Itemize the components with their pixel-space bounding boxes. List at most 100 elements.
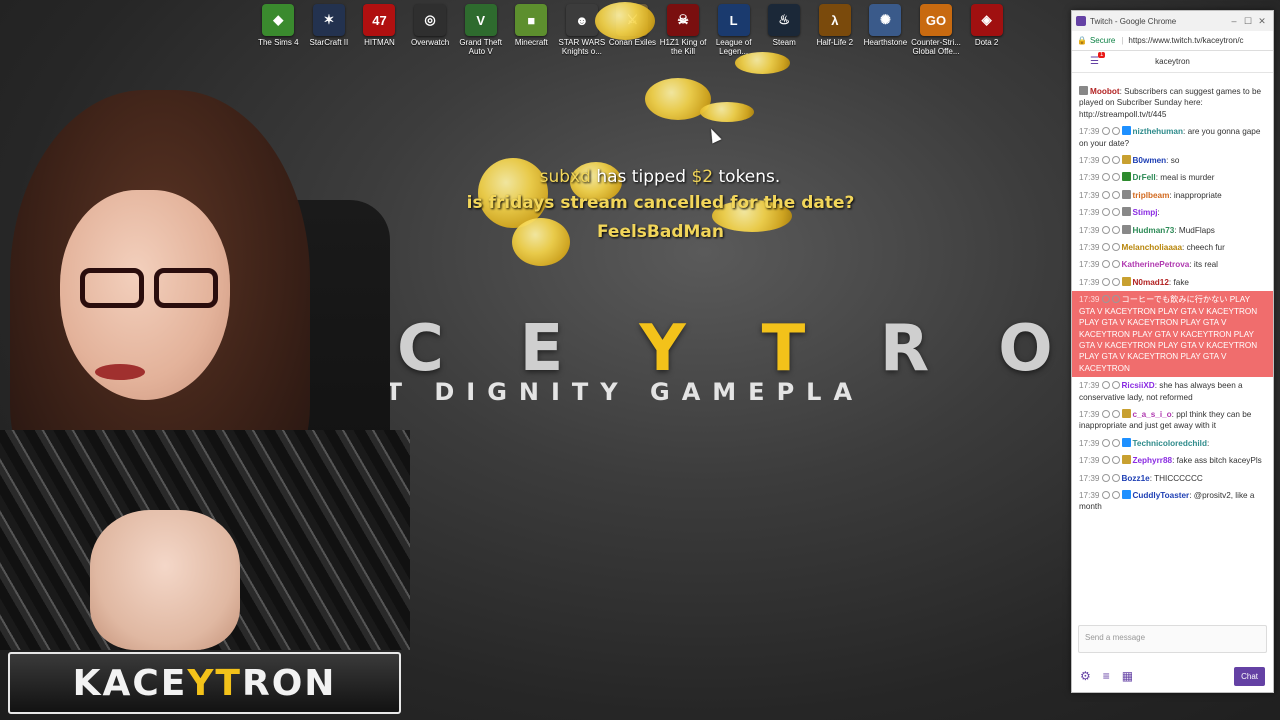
ban-icon[interactable]	[1111, 243, 1120, 252]
chat-text: コーヒーでも飲みに行かない PLAY GTA V KACEYTRON PLAY …	[1079, 295, 1258, 373]
desktop-shortcut[interactable]: ✺ Hearthstone	[860, 4, 911, 56]
desktop-shortcut[interactable]: ☠ H1Z1 King of the Kill	[658, 4, 709, 56]
ban-icon[interactable]	[1111, 277, 1120, 286]
chat-message: 17:39 Melancholiaaaa: cheech fur	[1079, 243, 1225, 253]
desktop-shortcut[interactable]: V Grand Theft Auto V	[455, 4, 506, 56]
ban-icon[interactable]	[1111, 409, 1120, 418]
ban-icon[interactable]	[1111, 208, 1120, 217]
dota-icon: ◈	[970, 4, 1003, 36]
chat-username[interactable]: CuddlyToaster	[1133, 491, 1190, 500]
bits-icon[interactable]: ▦	[1122, 669, 1133, 683]
desktop-shortcut[interactable]: ■ Minecraft	[506, 4, 557, 56]
ban-icon[interactable]	[1111, 173, 1120, 182]
chat-send-button[interactable]: Chat	[1234, 666, 1265, 686]
hamburger-menu-icon[interactable]: ☰	[1090, 56, 1099, 67]
ban-icon[interactable]	[1111, 127, 1120, 136]
desktop-shortcut-label: Half-Life 2	[816, 38, 854, 47]
timeout-icon[interactable]	[1101, 225, 1110, 234]
chat-username[interactable]: c_a_s_i_o	[1133, 410, 1172, 419]
starcraft-icon: ✶	[312, 4, 345, 36]
maximize-icon[interactable]: ☐	[1241, 16, 1255, 27]
timeout-icon[interactable]	[1101, 127, 1110, 136]
chat-message: 17:39 KatherinePetrova: its real	[1079, 260, 1218, 270]
chat-timestamp: 17:39	[1079, 243, 1100, 253]
hearthstone-icon: ✺	[869, 4, 902, 36]
chat-username[interactable]: Stimpj	[1133, 208, 1158, 217]
chat-timestamp: 17:39	[1079, 156, 1100, 166]
timeout-icon[interactable]	[1101, 381, 1110, 390]
chat-username[interactable]: KatherinePetrova	[1122, 260, 1190, 269]
desktop-shortcut[interactable]: ◈ Dota 2	[961, 4, 1012, 56]
chat-toolbar: ⚙ ≡ ▦ Chat	[1072, 661, 1273, 691]
timeout-icon[interactable]	[1101, 490, 1110, 499]
timeout-icon[interactable]	[1101, 173, 1110, 182]
chat-username[interactable]: Technicoloredchild	[1133, 439, 1207, 448]
halflife-icon: λ	[818, 4, 851, 36]
ban-icon[interactable]	[1111, 295, 1120, 304]
stream-logo-text: KACEYTRON	[72, 662, 337, 704]
ban-icon[interactable]	[1111, 438, 1120, 447]
chat-username[interactable]: B0wmen	[1133, 156, 1167, 165]
chat-username[interactable]: Moobot	[1090, 87, 1120, 96]
settings-gear-icon[interactable]: ⚙	[1080, 669, 1091, 683]
chat-username[interactable]: N0mad12	[1133, 278, 1169, 287]
ban-icon[interactable]	[1111, 473, 1120, 482]
close-icon[interactable]: ✕	[1255, 16, 1269, 27]
ban-icon[interactable]	[1111, 190, 1120, 199]
chat-input[interactable]: Send a message	[1078, 625, 1267, 653]
chat-timestamp: 17:39	[1079, 490, 1100, 500]
chat-username[interactable]: Hudman73	[1133, 226, 1175, 235]
chat-username[interactable]: DrFell	[1133, 173, 1156, 182]
ban-icon[interactable]	[1111, 381, 1120, 390]
desktop-shortcut-label: H1Z1 King of the Kill	[659, 38, 707, 56]
address-bar[interactable]: 🔒 Secure | https://www.twitch.tv/kaceytr…	[1072, 31, 1273, 51]
user-badge-icon	[1121, 126, 1131, 136]
desktop-shortcut[interactable]: L League of Legen...	[708, 4, 759, 56]
ban-icon[interactable]	[1111, 156, 1120, 165]
desktop-shortcut[interactable]: λ Half-Life 2	[810, 4, 861, 56]
timeout-icon[interactable]	[1101, 208, 1110, 217]
chat-username[interactable]: nizthehuman	[1133, 127, 1184, 136]
timeout-icon[interactable]	[1101, 456, 1110, 465]
tip-user: subxd	[539, 167, 591, 187]
brand-letter: O	[998, 312, 1053, 386]
ban-icon[interactable]	[1111, 490, 1120, 499]
timeout-icon[interactable]	[1101, 243, 1110, 252]
timeout-icon[interactable]	[1101, 277, 1110, 286]
chat-username[interactable]: RicsiiXD	[1122, 381, 1155, 390]
chat-messages[interactable]: Moobot: Subscribers can suggest games to…	[1072, 83, 1273, 618]
timeout-icon[interactable]	[1101, 409, 1110, 418]
ban-icon[interactable]	[1111, 225, 1120, 234]
desktop-shortcut[interactable]: GO Counter-Stri... Global Offe...	[911, 4, 962, 56]
desktop-shortcut[interactable]: ◎ Overwatch	[405, 4, 456, 56]
timeout-icon[interactable]	[1101, 260, 1110, 269]
minimize-icon[interactable]: –	[1227, 16, 1241, 26]
timeout-icon[interactable]	[1101, 295, 1110, 304]
timeout-icon[interactable]	[1101, 190, 1110, 199]
chat-timestamp: 17:39	[1079, 295, 1100, 305]
chat-username[interactable]: Melancholiaaaa	[1122, 243, 1183, 252]
desktop-shortcut[interactable]: ✶ StarCraft II	[304, 4, 355, 56]
chat-text: fake ass bitch kaceyPls	[1176, 456, 1262, 466]
url-text[interactable]: https://www.twitch.tv/kaceytron/c	[1128, 36, 1243, 45]
desktop-shortcut[interactable]: ◆ The Sims 4	[253, 4, 304, 56]
ban-icon[interactable]	[1111, 456, 1120, 465]
streamer-hands	[90, 510, 240, 650]
ban-icon[interactable]	[1111, 260, 1120, 269]
desktop-shortcut[interactable]: ♨ Steam	[759, 4, 810, 56]
tip-alert: subxd has tipped $2 tokens. is fridays s…	[400, 166, 920, 247]
timeout-icon[interactable]	[1101, 438, 1110, 447]
steam-icon: ♨	[768, 4, 801, 36]
chat-username[interactable]: Zephyrr88	[1133, 456, 1173, 465]
chat-username[interactable]: triplbeam	[1133, 191, 1170, 200]
gta-icon: V	[464, 4, 497, 36]
viewer-list-icon[interactable]: ≡	[1103, 669, 1110, 683]
desktop-shortcut[interactable]: 47 HITMAN	[354, 4, 405, 56]
timeout-icon[interactable]	[1101, 156, 1110, 165]
user-badge-icon	[1121, 172, 1131, 182]
chat-message: Moobot: Subscribers can suggest games to…	[1079, 86, 1262, 119]
wallpaper-brand: C E Y T R O	[368, 312, 1072, 386]
chat-username[interactable]: Bozz1e	[1122, 474, 1150, 483]
desktop-shortcut-label: Minecraft	[514, 38, 548, 47]
timeout-icon[interactable]	[1101, 473, 1110, 482]
